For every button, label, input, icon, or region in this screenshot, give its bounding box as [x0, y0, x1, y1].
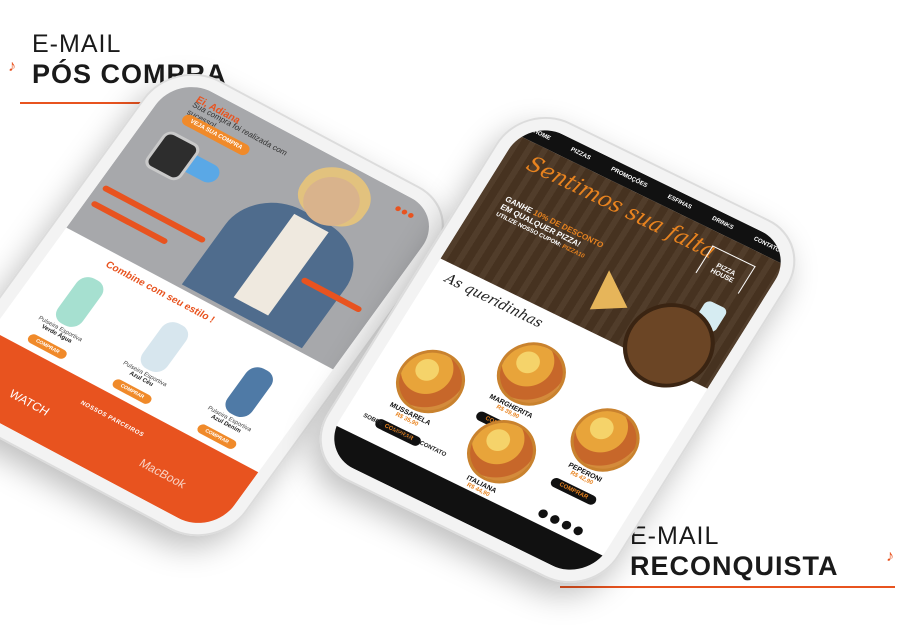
watch-band-image — [220, 362, 279, 421]
nav-item-pizzas[interactable]: PIZZAS — [569, 147, 591, 161]
music-note-icon: ♪ — [886, 548, 894, 565]
facebook-icon[interactable] — [560, 519, 574, 532]
music-note-icon: ♪ — [8, 58, 16, 75]
label-underline — [560, 586, 895, 588]
nav-item-home[interactable]: HOME — [532, 129, 551, 142]
watch-band-image — [51, 272, 109, 331]
label-reconquista: E-MAIL RECONQUISTA — [560, 522, 895, 588]
twitter-icon[interactable] — [548, 513, 562, 526]
pizza-slice-image — [589, 269, 628, 310]
label-reconquista-line1: E-MAIL — [630, 522, 720, 550]
instagram-icon[interactable] — [536, 508, 550, 520]
whatsapp-icon[interactable] — [572, 525, 585, 537]
label-pos-compra-line1: E-MAIL — [32, 30, 122, 58]
watch-band-image — [136, 317, 194, 376]
nav-item-drinks[interactable]: DRINKS — [711, 216, 735, 231]
decor-stripe — [90, 199, 169, 245]
apple-watch-logo[interactable]: WATCH — [6, 387, 52, 418]
macbook-logo[interactable]: MacBook — [137, 456, 189, 491]
label-reconquista-line2: RECONQUISTA — [630, 551, 839, 581]
